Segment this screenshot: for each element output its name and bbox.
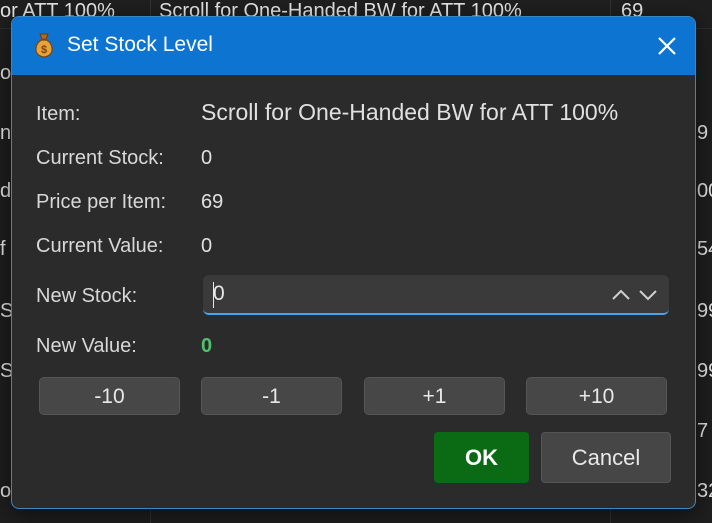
table-cell-fragment: 32 (697, 480, 712, 502)
set-stock-dialog: $ Set Stock Level Item: Scroll for One-H… (11, 16, 696, 509)
dialog-titlebar[interactable]: $ Set Stock Level (12, 17, 695, 75)
table-cell-fragment: 99 (697, 360, 712, 382)
item-value: Scroll for One-Handed BW for ATT 100% (201, 99, 619, 125)
price-per-item-label: Price per Item: (36, 191, 167, 213)
table-cell-fragment: 7 (697, 420, 709, 442)
minus-10-button[interactable]: -10 (39, 377, 180, 415)
text-caret (213, 282, 214, 308)
price-per-item-value: 69 (201, 191, 224, 213)
table-cell-fragment: f (0, 238, 6, 260)
increment-button[interactable] (610, 285, 632, 305)
current-stock-value: 0 (201, 147, 213, 169)
new-stock-input[interactable] (213, 281, 583, 307)
current-value-value: 0 (201, 235, 213, 257)
item-label: Item: (36, 103, 81, 125)
new-value-value: 0 (201, 335, 213, 357)
table-cell-fragment: 99 (697, 300, 712, 322)
close-button[interactable] (639, 17, 695, 75)
current-value-label: Current Value: (36, 235, 164, 257)
new-value-label: New Value: (36, 335, 137, 357)
decrement-button[interactable] (637, 285, 659, 305)
chevron-up-icon (612, 289, 630, 300)
new-stock-stepper[interactable] (203, 275, 669, 315)
close-icon (658, 37, 676, 55)
new-stock-label: New Stock: (36, 285, 138, 307)
plus-1-button[interactable]: +1 (364, 377, 505, 415)
money-bag-icon: $ (31, 31, 57, 59)
current-stock-label: Current Stock: (36, 147, 164, 169)
dialog-title: Set Stock Level (67, 33, 213, 56)
table-cell-fragment: 00 (697, 180, 712, 202)
table-cell-fragment: 54 (697, 238, 712, 260)
ok-button[interactable]: OK (434, 432, 529, 483)
chevron-down-icon (639, 290, 657, 301)
table-cell-fragment: 9 (697, 122, 709, 144)
plus-10-button[interactable]: +10 (526, 377, 667, 415)
cancel-button[interactable]: Cancel (541, 432, 671, 483)
table-cell-fragment: d (0, 180, 12, 202)
minus-1-button[interactable]: -1 (201, 377, 342, 415)
svg-text:$: $ (41, 44, 47, 56)
